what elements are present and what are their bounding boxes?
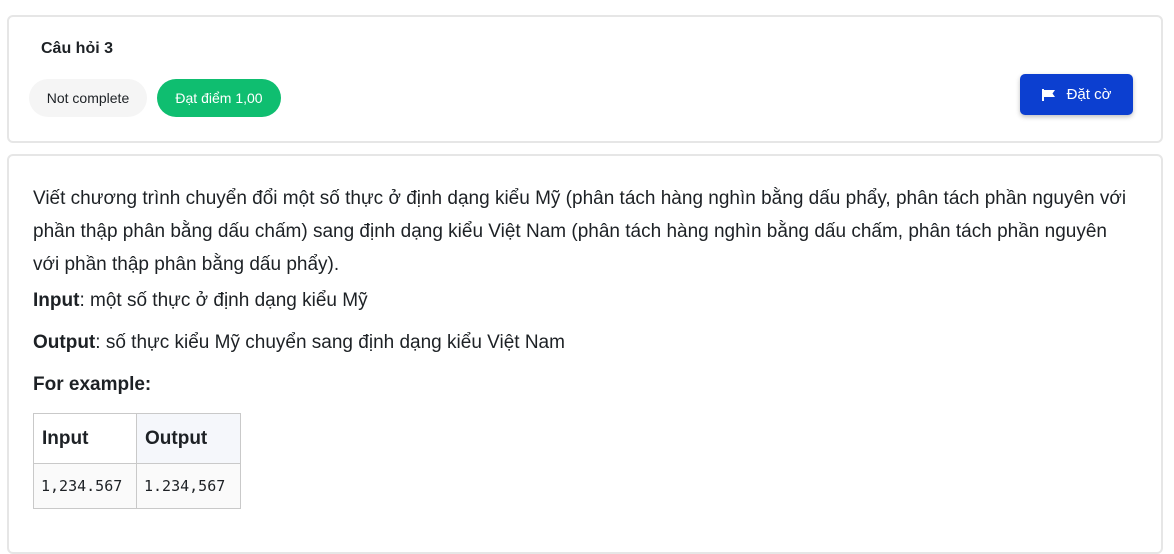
flag-button-label: Đặt cờ	[1066, 86, 1112, 103]
input-text: : một số thực ở định dạng kiểu Mỹ	[79, 290, 368, 311]
input-label: Input	[33, 290, 80, 311]
example-table-header-row: Input Output	[33, 413, 241, 464]
question-info-card: Câu hỏi 3 Not complete Đạt điểm 1,00 Đặt…	[7, 15, 1163, 143]
completion-status-badge: Not complete	[29, 79, 147, 117]
output-spec: Output: số thực kiểu Mỹ chuyển sang định…	[33, 332, 565, 354]
output-label: Output	[33, 332, 96, 353]
question-title: Câu hỏi 3	[41, 40, 114, 57]
example-cell-input: 1,234.567	[33, 463, 137, 509]
example-header-input: Input	[33, 413, 137, 464]
example-header-output: Output	[136, 413, 241, 464]
table-row: 1,234.567 1.234,567	[33, 463, 241, 509]
question-content-card: Viết chương trình chuyển đổi một số thực…	[7, 154, 1163, 554]
example-heading: For example:	[33, 374, 152, 395]
example-table: Input Output 1,234.567 1.234,567	[33, 413, 241, 509]
grade-badge: Đạt điểm 1,00	[157, 79, 281, 117]
example-cell-output: 1.234,567	[136, 463, 241, 509]
flag-question-button[interactable]: Đặt cờ	[1020, 74, 1133, 115]
question-description: Viết chương trình chuyển đổi một số thực…	[33, 188, 1127, 275]
flag-icon	[1041, 88, 1056, 101]
output-text: : số thực kiểu Mỹ chuyển sang định dạng …	[95, 332, 565, 353]
input-spec: Input: một số thực ở định dạng kiểu Mỹ	[33, 290, 368, 312]
